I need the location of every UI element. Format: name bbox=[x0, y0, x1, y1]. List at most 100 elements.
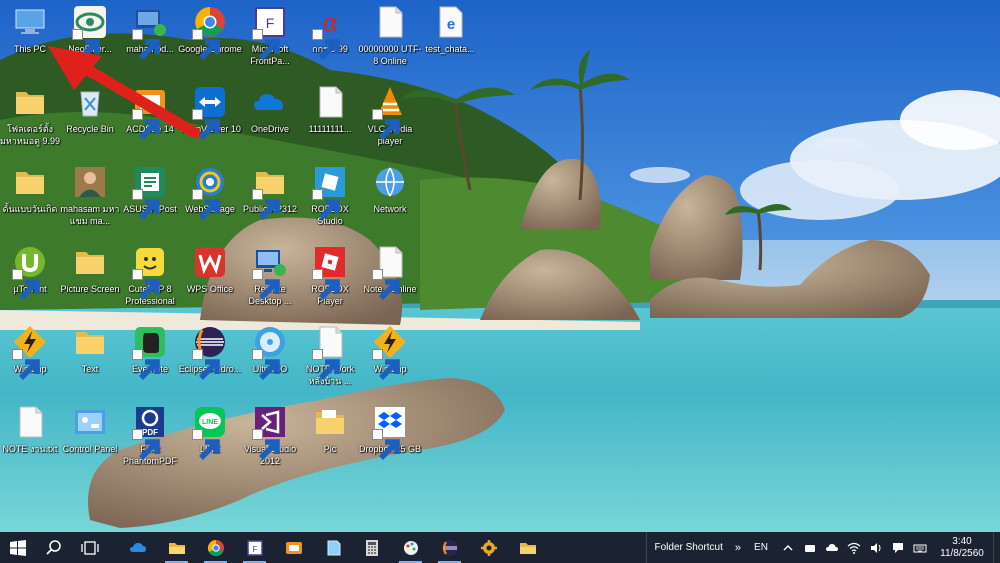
desktop-icon-label: mahasam มหาแขม ma... bbox=[60, 204, 120, 226]
desktop-icon-label: Network bbox=[373, 204, 407, 214]
edge-icon: e bbox=[432, 4, 468, 40]
start-button[interactable] bbox=[0, 532, 36, 563]
person-icon bbox=[72, 164, 108, 200]
svg-text:e: e bbox=[447, 16, 455, 33]
ultraiso-icon bbox=[252, 324, 288, 380]
file-explorer-icon bbox=[168, 542, 185, 554]
desktop-icon-vlc-media-player[interactable]: VLC media player bbox=[360, 84, 420, 147]
desktop-icon-test-chata[interactable]: e test_chata... bbox=[420, 4, 480, 55]
desktop-icon-mahasam-ma[interactable]: mahasam มหาแขม ma... bbox=[60, 164, 120, 227]
desktop-icon-foxit-phantompdf[interactable]: PDF Foxit PhantomPDF bbox=[120, 404, 180, 467]
taskbar-app-paint[interactable] bbox=[391, 532, 430, 563]
desktop[interactable]: This PC NeoFilter... mahamod... Google Chro… bbox=[0, 0, 1000, 532]
wps-icon bbox=[192, 244, 228, 280]
visual-studio-icon bbox=[252, 404, 288, 460]
tray-keyboard-button[interactable] bbox=[909, 532, 931, 563]
taskbar-app-frontpage[interactable]: F bbox=[235, 532, 274, 563]
desktop-icon-11111111[interactable]: 11111111... bbox=[300, 84, 360, 135]
desktop-icon-dropbox-25-gb[interactable]: Dropbox 25 GB bbox=[359, 404, 421, 460]
desktop-icon-microsoft-frontpa[interactable]: F Microsoft FrontPa... bbox=[240, 4, 300, 67]
taskbar-app-file-explorer[interactable] bbox=[157, 532, 196, 563]
winamp-icon bbox=[372, 324, 408, 380]
taskbar-app-chrome[interactable] bbox=[196, 532, 235, 563]
clock[interactable]: 3:40 11/8/2560 bbox=[931, 532, 993, 563]
onedrive-icon bbox=[252, 84, 288, 120]
desktop-icon-control-panel[interactable]: Control Panel bbox=[60, 404, 120, 455]
desktop-icon-roblox-player[interactable]: ROBLOX Player bbox=[300, 244, 360, 307]
webstorage-icon bbox=[192, 164, 228, 220]
shortcut-arrow-icon bbox=[132, 349, 160, 380]
tray-notification-button[interactable] bbox=[887, 532, 909, 563]
shortcut-arrow-icon bbox=[12, 269, 40, 300]
desktop-icon-note-txt[interactable]: NOTE งาน.txt bbox=[0, 404, 60, 455]
desktop-icon-[interactable]: ดั้นแบบวันเกิด bbox=[0, 164, 60, 215]
folder-icon bbox=[72, 324, 108, 360]
photos-icon bbox=[285, 541, 302, 554]
taskbar-app-calculator[interactable] bbox=[352, 532, 391, 563]
hipost-icon bbox=[132, 164, 168, 220]
svg-text:F: F bbox=[252, 545, 257, 554]
search-button[interactable] bbox=[36, 532, 72, 563]
desktop-icon-roblox-studio[interactable]: ROBLOX Studio bbox=[300, 164, 360, 227]
desktop-icon-label: ดั้นแบบวันเกิด bbox=[2, 204, 58, 214]
task-view-button[interactable] bbox=[72, 532, 108, 563]
desktop-icon-cuteftp-8-professional[interactable]: CuteFTP 8 Professional bbox=[120, 244, 180, 307]
desktop-icon-visual-studio-2012[interactable]: Visual Studio 2012 bbox=[240, 404, 300, 467]
keyboard-icon bbox=[913, 544, 927, 552]
desktop-icon-public-xp312[interactable]: Public XP312 bbox=[240, 164, 300, 220]
desktop-icon-00000000-utf-8-online[interactable]: 00000000 UTF-8 Online bbox=[358, 4, 422, 67]
cuteftp-icon bbox=[132, 244, 168, 300]
taskbar-app-eclipse[interactable] bbox=[430, 532, 469, 563]
desktop-icon-winamp[interactable]: Winamp bbox=[0, 324, 60, 380]
alpha-icon: α bbox=[312, 4, 348, 60]
desktop-icon-pic[interactable]: Pic bbox=[300, 404, 360, 455]
tray-device-button[interactable] bbox=[799, 532, 821, 563]
tray-volume-button[interactable] bbox=[865, 532, 887, 563]
shortcut-arrow-icon bbox=[312, 269, 340, 300]
shortcut-arrow-icon bbox=[192, 429, 220, 460]
svg-text:F: F bbox=[266, 15, 275, 31]
tray-overflow-button[interactable] bbox=[777, 532, 799, 563]
edge-beta-icon bbox=[327, 540, 340, 555]
desktop-icon-asus-hipost[interactable]: ASUS HiPost bbox=[120, 164, 180, 220]
taskbar-app-edge-beta[interactable] bbox=[313, 532, 352, 563]
desktop-icon-note-online[interactable]: Note - Online bbox=[360, 244, 420, 300]
desktop-icon-remote-desktop[interactable]: Remote Desktop ... bbox=[240, 244, 300, 307]
shortcut-arrow-icon bbox=[192, 189, 220, 220]
taskbar-app-folder[interactable] bbox=[508, 532, 547, 563]
desktop-icon-evernote[interactable]: Evernote bbox=[120, 324, 180, 380]
folder-icon bbox=[12, 164, 48, 200]
shortcut-arrow-icon bbox=[252, 29, 280, 60]
taskbar-app-onedrive[interactable] bbox=[118, 532, 157, 563]
language-indicator[interactable]: EN bbox=[745, 532, 777, 563]
taskbar-app-settings[interactable] bbox=[469, 532, 508, 563]
folder-shortcut-toolbar[interactable]: Folder Shortcut bbox=[645, 532, 731, 563]
desktop-icon-9-99[interactable]: α กกร 9.99 bbox=[300, 4, 360, 60]
taskbar-app-photos[interactable] bbox=[274, 532, 313, 563]
desktop-icon-wps-office[interactable]: WPS Office bbox=[180, 244, 240, 295]
desktop-icon-picture-screen[interactable]: Picture Screen bbox=[60, 244, 120, 295]
desktop-icon-ultraiso[interactable]: UltraISO bbox=[240, 324, 300, 380]
toolbar-chevron[interactable]: » bbox=[731, 532, 745, 563]
roblox-player-icon bbox=[312, 244, 348, 300]
foxit-icon: PDF bbox=[132, 404, 168, 460]
desktop-icon-winamp[interactable]: Winamp bbox=[360, 324, 420, 380]
cloud-icon bbox=[826, 543, 838, 551]
message-icon bbox=[893, 542, 903, 553]
desktop-icon-label: OneDrive bbox=[250, 124, 289, 134]
document-icon bbox=[372, 4, 408, 40]
desktop-icon-network[interactable]: Network bbox=[360, 164, 420, 215]
desktop-icon-onedrive[interactable]: OneDrive bbox=[240, 84, 300, 135]
show-desktop-button[interactable] bbox=[993, 532, 1000, 563]
desktop-icon-line[interactable]: LINE LINE bbox=[180, 404, 240, 460]
desktop-icon-webstorage[interactable]: WebStorage bbox=[180, 164, 240, 220]
document-icon bbox=[12, 404, 48, 440]
shortcut-arrow-icon bbox=[192, 349, 220, 380]
desktop-icon-text[interactable]: Text bbox=[60, 324, 120, 375]
folder-doc-icon bbox=[312, 404, 348, 440]
desktop-icon-note-work[interactable]: NOTE Work หลังบ้าน ... bbox=[300, 324, 360, 387]
tray-onedrive-button[interactable] bbox=[821, 532, 843, 563]
tray-network-button[interactable] bbox=[843, 532, 865, 563]
desktop-icon-torrent[interactable]: µTorrent bbox=[0, 244, 60, 300]
desktop-icon-eclipse-andro[interactable]: Eclipse Andro... bbox=[179, 324, 241, 380]
